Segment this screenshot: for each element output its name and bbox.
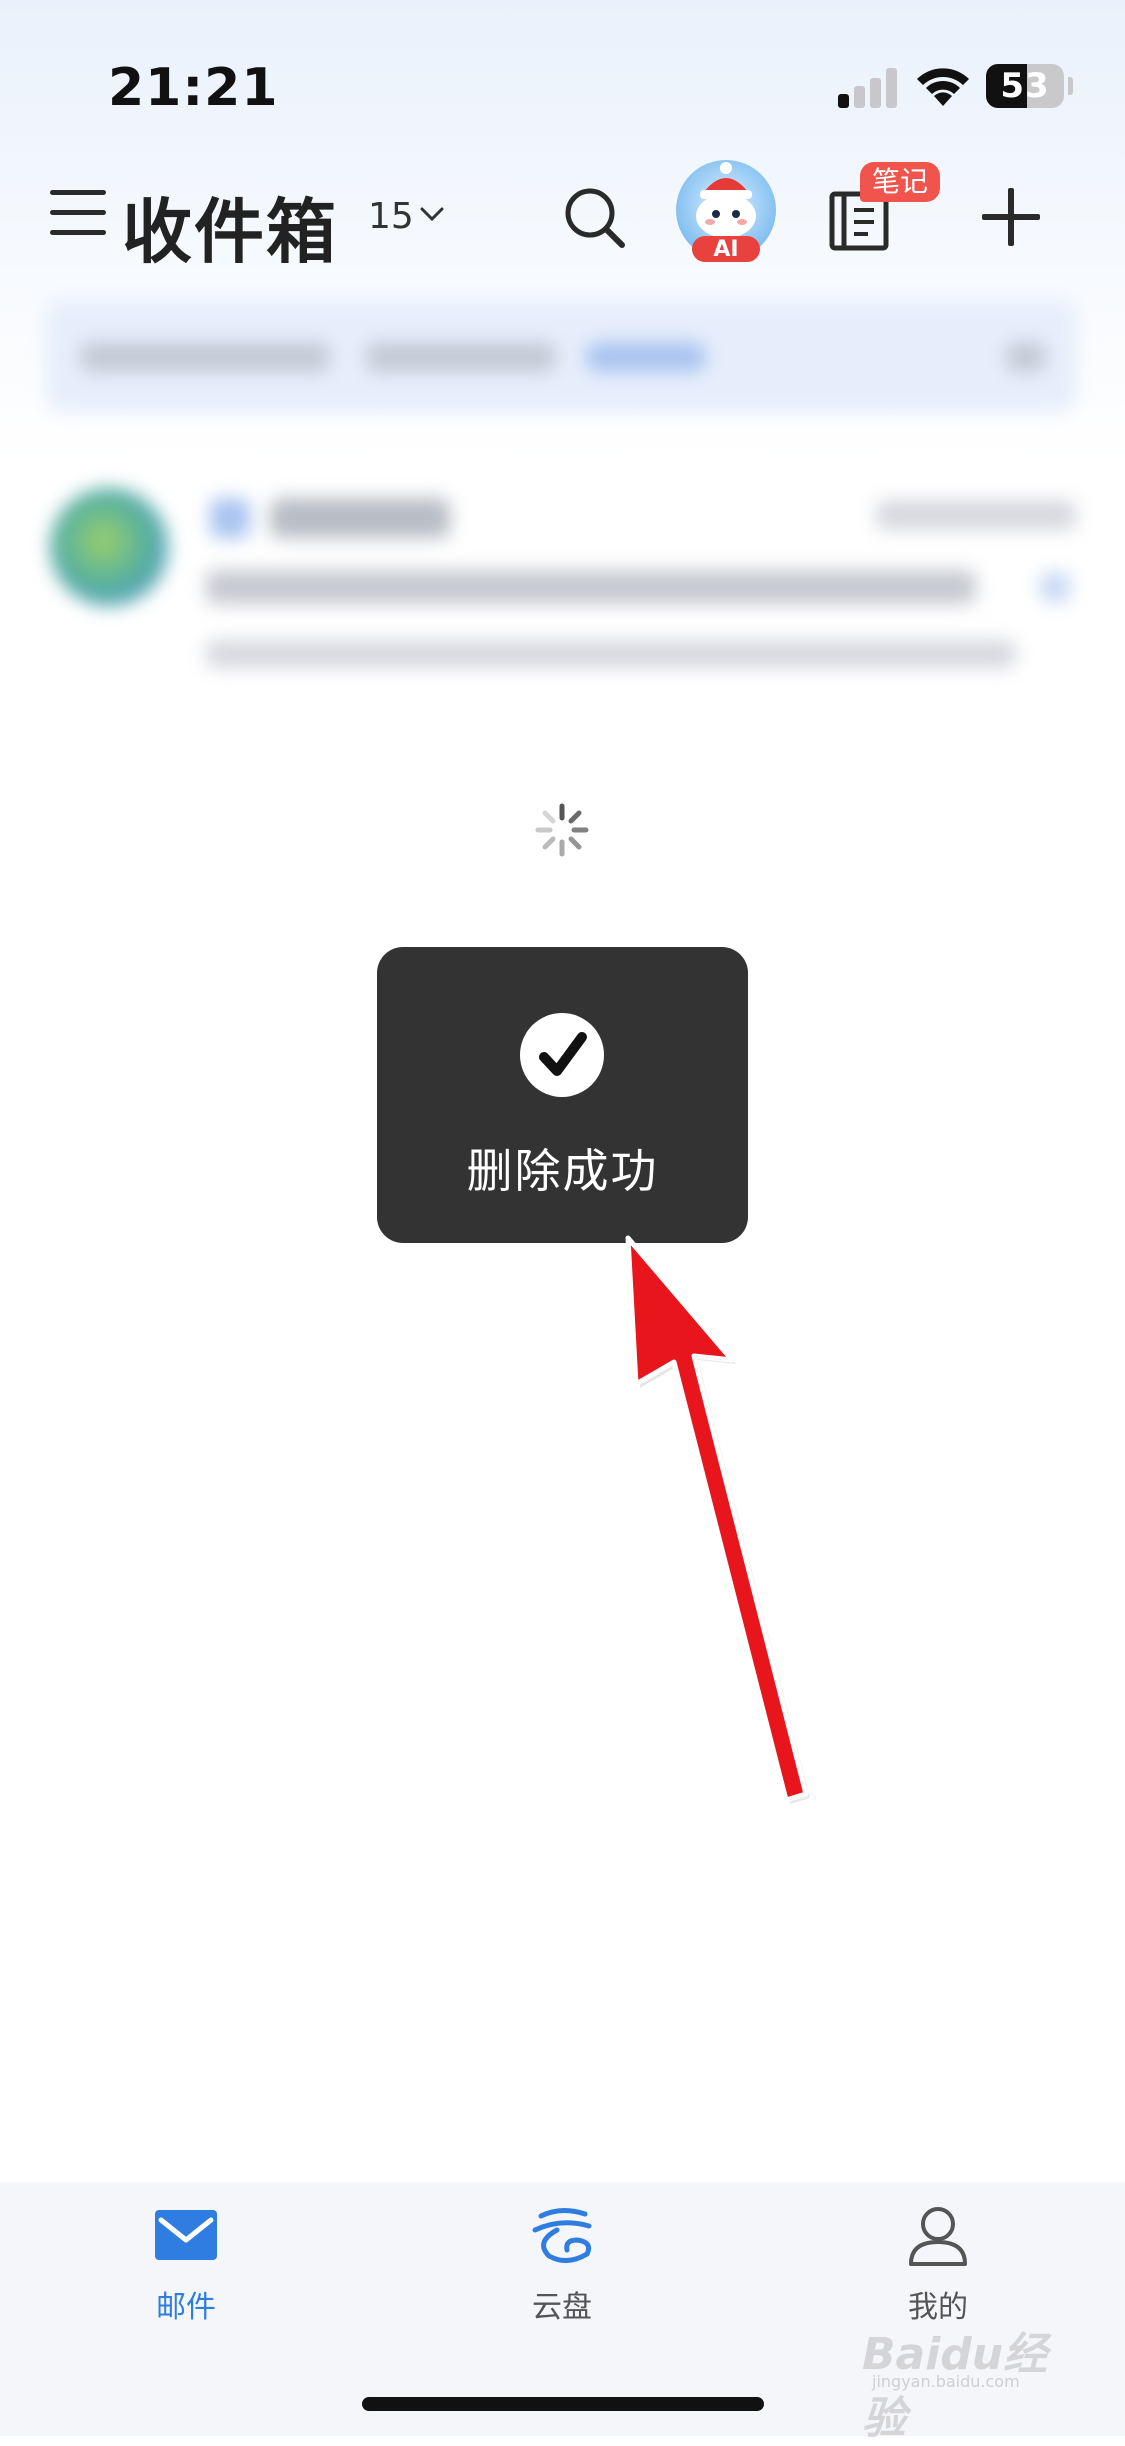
toast-message: 删除成功: [466, 1144, 659, 1198]
ai-label: AI: [713, 237, 738, 262]
page-title[interactable]: 收件箱: [122, 176, 338, 277]
check-circle-icon: [520, 1013, 604, 1097]
mail-preview: [206, 640, 1016, 668]
notes-badge[interactable]: 笔记: [860, 162, 941, 202]
success-toast: 删除成功: [377, 947, 748, 1243]
chevron-down-icon[interactable]: [418, 204, 446, 224]
battery-percent: 53: [1000, 66, 1050, 106]
loading-spinner-icon: [535, 803, 589, 857]
promo-banner: [46, 300, 1076, 412]
watermark-url: jingyan.baidu.com: [872, 2372, 1020, 2391]
tab-cloud-drive-label: 云盘: [532, 2290, 592, 2325]
annotation-arrow-icon: [625, 1235, 810, 1804]
status-time: 21:21: [108, 58, 279, 118]
search-icon[interactable]: [562, 185, 628, 251]
mail-count[interactable]: 15: [368, 196, 414, 237]
battery-icon: 53: [986, 64, 1064, 108]
mail-sender-avatar: [50, 488, 168, 606]
menu-icon[interactable]: [50, 190, 106, 236]
mail-tag: [210, 498, 250, 538]
add-icon[interactable]: [982, 188, 1040, 246]
mail-date: [876, 500, 1076, 530]
mail-sender: [270, 498, 450, 538]
mail-unread-dot: [1040, 572, 1070, 602]
tab-mail[interactable]: 邮件: [86, 2202, 286, 2326]
battery-tip: [1068, 77, 1073, 95]
tab-profile[interactable]: 我的: [838, 2202, 1038, 2326]
cellular-signal-icon: [838, 66, 900, 108]
tab-cloud-drive[interactable]: 云盘: [462, 2202, 662, 2326]
baidu-watermark: Baidu经验 jingyan.baidu.com: [862, 2318, 1072, 2444]
wifi-icon: [917, 68, 969, 106]
mail-subject: [206, 570, 976, 604]
profile-icon: [903, 2202, 973, 2268]
ai-assistant-avatar[interactable]: AI: [674, 158, 778, 266]
cloud-drive-icon: [527, 2202, 597, 2268]
home-indicator[interactable]: [362, 2397, 764, 2411]
mail-icon: [151, 2202, 221, 2268]
tab-mail-label: 邮件: [156, 2290, 216, 2325]
